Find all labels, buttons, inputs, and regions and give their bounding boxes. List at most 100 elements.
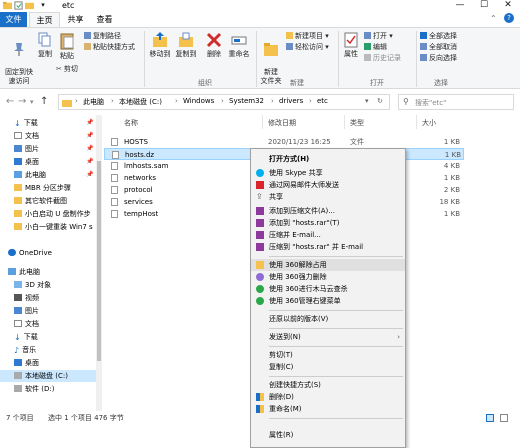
move-to-button[interactable]: 移动到 — [148, 32, 172, 59]
easy-access-button[interactable]: 轻松访问 ▾ — [286, 43, 329, 52]
breadcrumb-item[interactable]: Windows — [183, 97, 214, 105]
history-button[interactable]: 历史记录 — [364, 54, 401, 63]
menu-item-360-force-delete[interactable]: 使用 360强力删除 — [251, 271, 405, 283]
column-divider[interactable] — [416, 115, 417, 129]
column-header-date[interactable]: 修改日期 — [268, 118, 296, 128]
menu-item-properties[interactable]: 属性(R) — [251, 429, 405, 441]
breadcrumb-item[interactable]: etc — [317, 97, 328, 105]
select-all-button[interactable]: 全部选择 — [420, 32, 457, 41]
menu-item-delete[interactable]: 删除(D) — [251, 391, 405, 403]
select-all-label: 全部选择 — [429, 32, 457, 40]
column-divider[interactable] — [262, 115, 263, 129]
document-icon — [14, 320, 22, 327]
breadcrumb-item[interactable]: drivers — [279, 97, 303, 105]
tab-home[interactable]: 主页 — [29, 12, 60, 27]
history-icon — [364, 54, 371, 61]
copy-path-button[interactable]: 复制路径 — [84, 32, 121, 41]
tab-file[interactable]: 文件 — [0, 12, 27, 27]
edit-icon — [364, 43, 371, 50]
copy-button[interactable]: 复制 — [36, 32, 54, 59]
properties-quick-icon[interactable] — [14, 1, 23, 10]
refresh-icon[interactable]: ↻ — [377, 97, 383, 105]
copy-to-button[interactable]: 复制到 — [174, 32, 198, 59]
maximize-button[interactable]: ☐ — [472, 0, 496, 12]
cut-button[interactable]: ✂ 剪切 — [56, 65, 78, 74]
tab-view[interactable]: 查看 — [91, 12, 118, 27]
minimize-button[interactable]: — — [448, 0, 472, 12]
details-view-icon[interactable] — [486, 414, 494, 422]
column-divider[interactable] — [344, 115, 345, 129]
copy-path-label: 复制路径 — [93, 32, 121, 40]
menu-item-restore-versions[interactable]: 还原以前的版本(V) — [251, 313, 405, 325]
close-button[interactable]: ✕ — [496, 0, 520, 12]
menu-item-open-with[interactable]: 打开方式(H) — [251, 153, 405, 165]
file-size: 2 KB — [443, 186, 460, 194]
clipboard-icon — [60, 33, 74, 50]
nav-item-folder[interactable]: 小白启动 U 盘制作步 — [14, 208, 96, 220]
help-icon[interactable]: ? — [504, 13, 514, 23]
edit-button[interactable]: 编辑 — [364, 43, 387, 52]
paste-shortcut-button[interactable]: 粘贴快捷方式 — [84, 43, 135, 52]
menu-item-360-menu-manage[interactable]: 使用 360管理右键菜单 — [251, 295, 405, 307]
address-dropdown-icon[interactable]: ▾ — [365, 97, 369, 105]
back-arrow-icon[interactable]: ← — [6, 96, 14, 107]
nav-item-local-disk-c[interactable]: 本地磁盘 (C:) — [0, 370, 96, 382]
pin-icon: 📌 — [86, 119, 94, 126]
open-button[interactable]: 打开 ▾ — [364, 32, 393, 41]
new-folder-button[interactable]: 新建 文件夹 — [258, 32, 284, 86]
nav-scrollbar-thumb[interactable] — [97, 161, 101, 361]
new-item-button[interactable]: 新建项目 ▾ — [286, 32, 329, 41]
column-header-name[interactable]: 名称 — [124, 118, 138, 128]
breadcrumb-item[interactable]: System32 — [229, 97, 264, 105]
menu-item-compress-email[interactable]: 压缩并 E-mail... — [251, 229, 405, 241]
menu-item-360-scan[interactable]: 使用 360进行木马云查杀 — [251, 283, 405, 295]
menu-item-label: 使用 360进行木马云查杀 — [269, 285, 348, 293]
menu-item-share[interactable]: ⇪ 共享 — [251, 191, 405, 203]
pin-quick-access-button[interactable]: 固定到快 速访问 — [2, 32, 36, 86]
forward-arrow-icon[interactable]: → — [18, 96, 26, 107]
menu-separator — [269, 328, 403, 329]
paste-button[interactable]: 粘贴 — [56, 32, 78, 61]
breadcrumb-item[interactable]: 此电脑 — [83, 97, 104, 107]
large-icons-view-icon[interactable] — [500, 414, 508, 422]
invert-selection-button[interactable]: 反向选择 — [420, 54, 457, 63]
recent-dropdown-icon[interactable]: ▾ — [30, 98, 34, 106]
menu-item-skype-share[interactable]: 使用 Skype 共享 — [251, 167, 405, 179]
ribbon-divider — [256, 31, 257, 87]
menu-item-copy[interactable]: 复制(C) — [251, 361, 405, 373]
new-folder-quick-icon[interactable] — [25, 1, 34, 10]
delete-button[interactable]: 删除 — [204, 32, 224, 59]
delete-label: 删除 — [207, 50, 221, 58]
file-row[interactable]: HOSTS 2020/11/23 16:25 文件 1 KB — [104, 136, 464, 148]
menu-item-netease-mail[interactable]: 通过网易邮件大师发送 — [251, 179, 405, 191]
select-none-button[interactable]: 全部取消 — [420, 43, 457, 52]
menu-item-add-archive[interactable]: 添加到压缩文件(A)... — [251, 205, 405, 217]
ribbon-collapse-icon[interactable]: ⌃ — [490, 14, 497, 23]
breadcrumb-item[interactable]: 本地磁盘 (C:) — [119, 97, 162, 107]
menu-item-rename[interactable]: 重命名(M) — [251, 403, 405, 415]
menu-item-compress-rar-email[interactable]: 压缩到 "hosts.rar" 并 E-mail — [251, 241, 405, 253]
file-name: protocol — [124, 186, 153, 194]
menu-item-label: 创建快捷方式(S) — [269, 381, 321, 389]
menu-item-send-to[interactable]: 发送到(N) › — [251, 331, 405, 343]
qat-dropdown-icon[interactable]: ▾ — [36, 0, 50, 12]
up-arrow-icon[interactable]: ↑ — [40, 96, 48, 107]
menu-separator — [269, 376, 403, 377]
file-explorer-window: ▾ etc — ☐ ✕ 文件 主页 共享 查看 ⌃ ? 固定到快 速访问 复制 … — [0, 0, 520, 448]
rename-button[interactable]: 重命名 — [226, 32, 252, 59]
column-header-size[interactable]: 大小 — [422, 118, 436, 128]
tab-share[interactable]: 共享 — [62, 12, 89, 27]
column-header-type[interactable]: 类型 — [350, 118, 364, 128]
menu-item-cut[interactable]: 剪切(T) — [251, 349, 405, 361]
search-box[interactable]: ⚲ 搜索"etc" — [398, 94, 514, 110]
nav-item-this-pc[interactable]: 此电脑 — [8, 266, 108, 278]
address-bar[interactable]: › 此电脑 › 本地磁盘 (C:) › Windows › System32 ›… — [58, 94, 390, 110]
nav-item-label: 文档 — [25, 132, 39, 140]
menu-item-360-unlock[interactable]: 使用 360解除占用 — [251, 259, 405, 271]
nav-item-onedrive[interactable]: OneDrive — [8, 247, 108, 259]
winrar-icon — [256, 231, 264, 239]
properties-button[interactable]: 属性 — [340, 32, 362, 59]
menu-item-add-hosts-rar[interactable]: 添加到 "hosts.rar"(T) — [251, 217, 405, 229]
menu-item-create-shortcut[interactable]: 创建快捷方式(S) — [251, 379, 405, 391]
nav-item-folder[interactable]: 小白一键重装 Win7 s — [14, 221, 96, 233]
